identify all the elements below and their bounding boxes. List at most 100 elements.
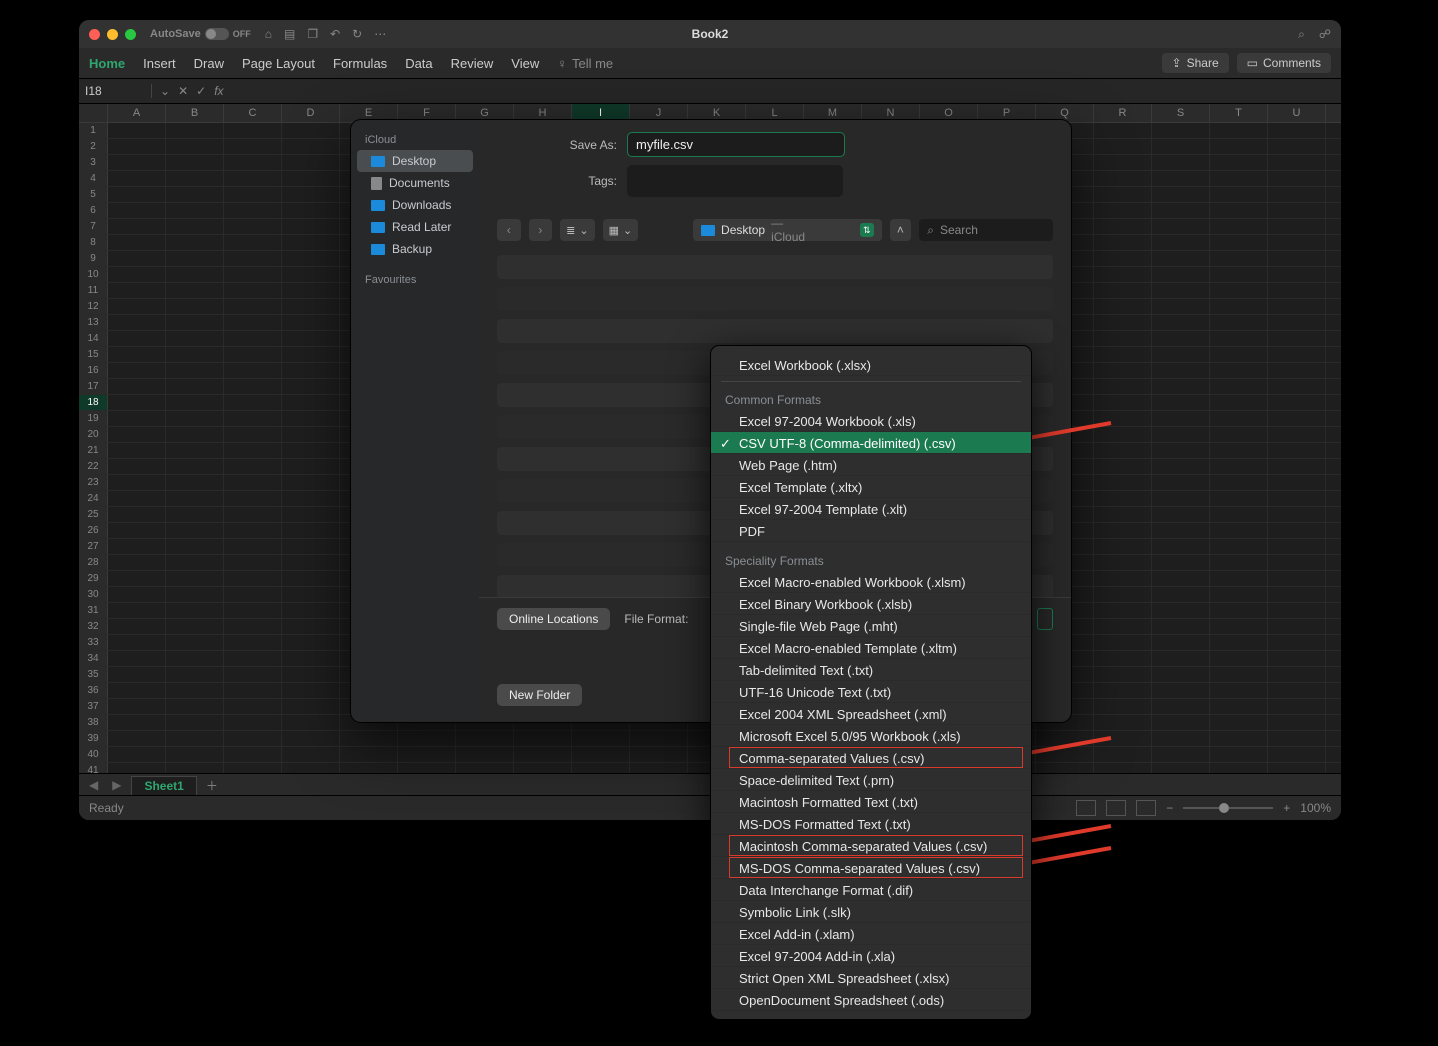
cell[interactable]: [166, 187, 224, 202]
cell[interactable]: [282, 747, 340, 762]
cell[interactable]: [1152, 219, 1210, 234]
row-header[interactable]: 32: [79, 619, 108, 634]
cell[interactable]: [1152, 427, 1210, 442]
cell[interactable]: [514, 747, 572, 762]
cell[interactable]: [1152, 603, 1210, 618]
cell[interactable]: [1152, 635, 1210, 650]
cell[interactable]: [108, 539, 166, 554]
cell[interactable]: [1210, 315, 1268, 330]
sidebar-item-documents[interactable]: Documents: [357, 172, 473, 194]
cell[interactable]: [1152, 187, 1210, 202]
zoom-out-icon[interactable]: −: [1166, 801, 1173, 815]
cell[interactable]: [1094, 475, 1152, 490]
col-header[interactable]: R: [1094, 104, 1152, 122]
comments-button[interactable]: ▭Comments: [1237, 53, 1331, 73]
row-header[interactable]: 4: [79, 171, 108, 186]
cell[interactable]: [1268, 171, 1326, 186]
cell[interactable]: [166, 507, 224, 522]
cell[interactable]: [282, 251, 340, 266]
cell[interactable]: [1268, 747, 1326, 762]
format-option[interactable]: Excel Macro-enabled Template (.xltm): [711, 637, 1031, 659]
format-option[interactable]: Comma-separated Values (.csv): [711, 747, 1031, 769]
cell[interactable]: [398, 731, 456, 746]
cell[interactable]: [630, 747, 688, 762]
cell[interactable]: [282, 459, 340, 474]
cell[interactable]: [108, 155, 166, 170]
cell[interactable]: [1210, 187, 1268, 202]
tab-insert[interactable]: Insert: [143, 56, 176, 71]
cell[interactable]: [1152, 475, 1210, 490]
cell[interactable]: [1210, 395, 1268, 410]
cell[interactable]: [166, 731, 224, 746]
cell[interactable]: [1152, 331, 1210, 346]
cell[interactable]: [1268, 379, 1326, 394]
cell[interactable]: [108, 139, 166, 154]
cell[interactable]: [1094, 155, 1152, 170]
cell[interactable]: [108, 491, 166, 506]
cell[interactable]: [1268, 699, 1326, 714]
format-option[interactable]: Microsoft Excel 5.0/95 Workbook (.xls): [711, 725, 1031, 747]
cell[interactable]: [1152, 459, 1210, 474]
format-option[interactable]: Single-file Web Page (.mht): [711, 615, 1031, 637]
sidebar-item-backup[interactable]: Backup: [357, 238, 473, 260]
cell[interactable]: [108, 459, 166, 474]
cell[interactable]: [166, 443, 224, 458]
cell[interactable]: [1268, 539, 1326, 554]
cell[interactable]: [1152, 363, 1210, 378]
cell[interactable]: [1210, 251, 1268, 266]
cell[interactable]: [456, 731, 514, 746]
cell[interactable]: [1268, 203, 1326, 218]
cell[interactable]: [1094, 171, 1152, 186]
cell[interactable]: [166, 683, 224, 698]
save-as-input[interactable]: [627, 132, 845, 157]
cell[interactable]: [1152, 379, 1210, 394]
cell[interactable]: [1210, 507, 1268, 522]
cell[interactable]: [1152, 139, 1210, 154]
row-header[interactable]: 3: [79, 155, 108, 170]
cell[interactable]: [224, 203, 282, 218]
cell[interactable]: [166, 299, 224, 314]
row-header[interactable]: 19: [79, 411, 108, 426]
cell[interactable]: [108, 395, 166, 410]
col-header[interactable]: B: [166, 104, 224, 122]
row-header[interactable]: 34: [79, 651, 108, 666]
cell[interactable]: [1268, 715, 1326, 730]
cell[interactable]: [1094, 235, 1152, 250]
cell[interactable]: [282, 411, 340, 426]
cell[interactable]: [224, 187, 282, 202]
cell[interactable]: [1268, 491, 1326, 506]
cell[interactable]: [1268, 427, 1326, 442]
row-header[interactable]: 12: [79, 299, 108, 314]
row-header[interactable]: 6: [79, 203, 108, 218]
cell[interactable]: [224, 347, 282, 362]
cell[interactable]: [1210, 203, 1268, 218]
cell[interactable]: [1094, 139, 1152, 154]
cell[interactable]: [1268, 363, 1326, 378]
cell[interactable]: [1268, 587, 1326, 602]
cell[interactable]: [166, 539, 224, 554]
cell[interactable]: [1268, 459, 1326, 474]
row-header[interactable]: 13: [79, 315, 108, 330]
cell[interactable]: [224, 747, 282, 762]
cell[interactable]: [224, 555, 282, 570]
search-field[interactable]: ⌕Search: [919, 219, 1053, 241]
cell[interactable]: [1210, 667, 1268, 682]
cell[interactable]: [166, 571, 224, 586]
cell[interactable]: [282, 539, 340, 554]
cell[interactable]: [1152, 539, 1210, 554]
cell[interactable]: [282, 331, 340, 346]
cell[interactable]: [1094, 251, 1152, 266]
format-option[interactable]: Data Interchange Format (.dif): [711, 879, 1031, 901]
more-icon[interactable]: ⋯: [374, 27, 386, 41]
row-header[interactable]: 14: [79, 331, 108, 346]
cell[interactable]: [572, 747, 630, 762]
cell[interactable]: [224, 331, 282, 346]
cell[interactable]: [1152, 747, 1210, 762]
cell[interactable]: [108, 299, 166, 314]
tab-review[interactable]: Review: [451, 56, 494, 71]
row-header[interactable]: 37: [79, 699, 108, 714]
cell[interactable]: [1210, 155, 1268, 170]
cell[interactable]: [108, 555, 166, 570]
cell[interactable]: [1210, 219, 1268, 234]
cell[interactable]: [340, 731, 398, 746]
